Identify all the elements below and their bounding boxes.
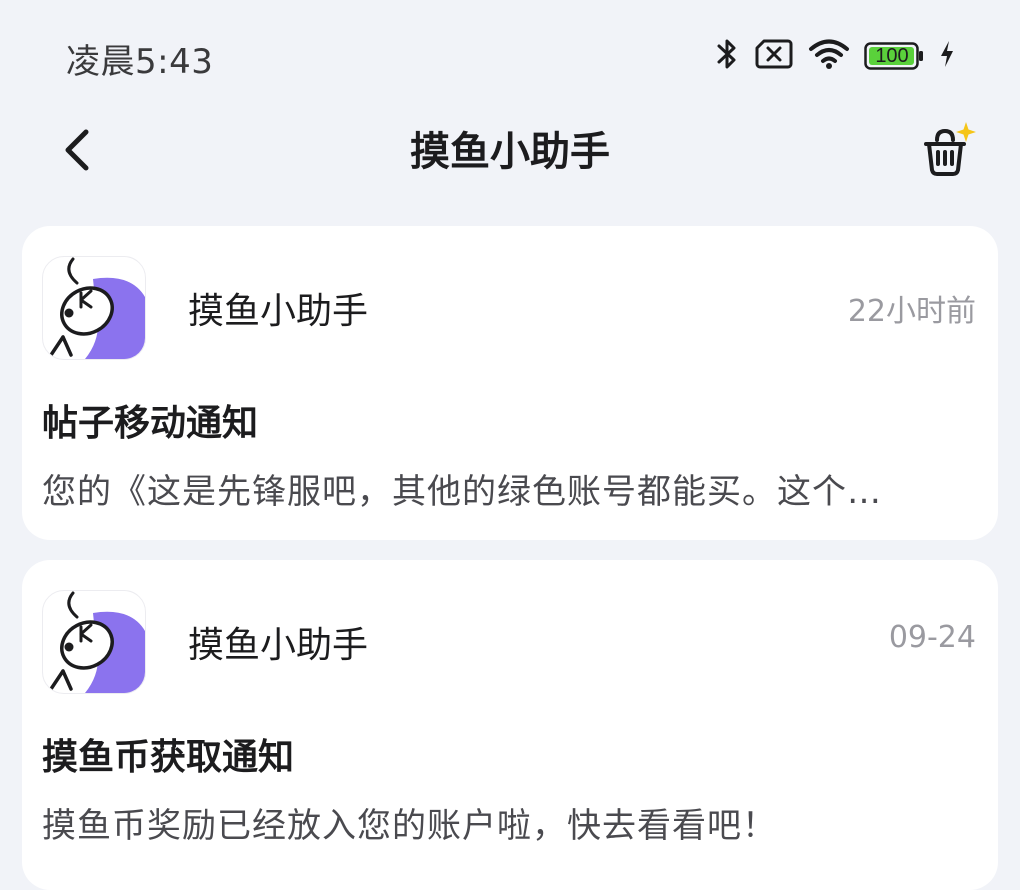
message-body: 您的《这是先锋服吧，其他的绿色账号都能买。这个… — [42, 472, 882, 512]
charging-icon — [938, 39, 956, 73]
no-sim-icon — [754, 38, 794, 74]
fish-logo-icon — [43, 591, 145, 693]
avatar — [42, 590, 146, 694]
battery-icon: 100 — [864, 42, 924, 70]
avatar — [42, 256, 146, 360]
message-time: 09-24 — [888, 620, 976, 655]
battery-level: 100 — [875, 45, 909, 67]
fish-logo-icon — [43, 257, 145, 359]
sender-name: 摸鱼小助手 — [188, 625, 369, 666]
wifi-icon — [808, 38, 850, 74]
bluetooth-icon — [714, 36, 740, 76]
nav-bar: 摸鱼小助手 — [0, 110, 1020, 194]
message-title: 帖子移动通知 — [42, 403, 259, 444]
message-title: 摸鱼币获取通知 — [42, 737, 295, 778]
message-time: 22小时前 — [847, 294, 976, 329]
clean-basket-icon — [918, 120, 978, 184]
chevron-left-icon — [60, 128, 96, 176]
message-body: 摸鱼币奖励已经放入您的账户啦，快去看看吧！ — [42, 806, 777, 846]
status-bar: 凌晨5:43 100 — [0, 0, 1020, 110]
clear-messages-button[interactable] — [916, 120, 980, 184]
message-card[interactable]: 摸鱼小助手 22小时前 帖子移动通知 您的《这是先锋服吧，其他的绿色账号都能买。… — [22, 226, 998, 540]
page-title: 摸鱼小助手 — [410, 129, 610, 175]
status-time: 凌晨5:43 — [66, 42, 214, 82]
status-icons: 100 — [714, 38, 956, 74]
sender-name: 摸鱼小助手 — [188, 291, 369, 332]
message-card[interactable]: 摸鱼小助手 09-24 摸鱼币获取通知 摸鱼币奖励已经放入您的账户啦，快去看看吧… — [22, 560, 998, 890]
back-button[interactable] — [50, 124, 106, 180]
